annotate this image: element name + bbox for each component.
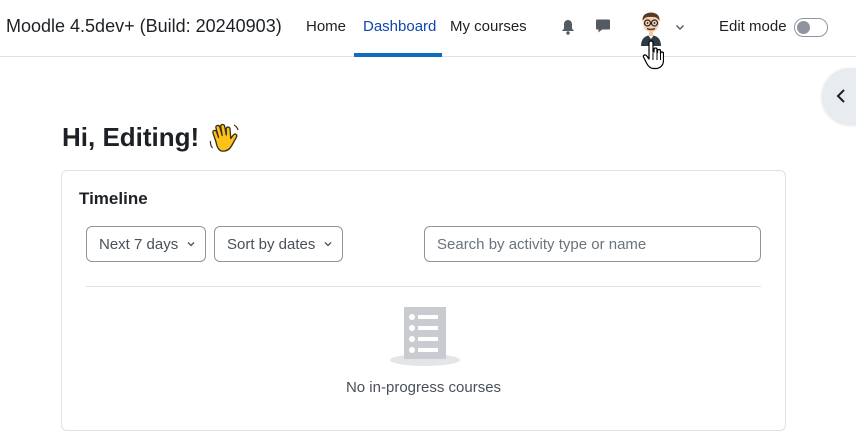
day-filter-label: Next 7 days — [99, 235, 179, 253]
notifications-button[interactable] — [557, 16, 579, 38]
divider — [86, 286, 761, 287]
edit-mode-label: Edit mode — [719, 18, 787, 35]
timeline-search-input[interactable] — [424, 226, 761, 262]
sort-dropdown[interactable]: Sort by dates — [214, 226, 343, 262]
active-tab-indicator — [354, 53, 442, 57]
site-brand[interactable]: Moodle 4.5dev+ (Build: 20240903) — [6, 16, 282, 37]
chevron-down-icon — [324, 242, 332, 247]
day-filter-dropdown[interactable]: Next 7 days — [86, 226, 206, 262]
nav-my-courses-link[interactable]: My courses — [450, 18, 527, 35]
sort-label: Sort by dates — [227, 235, 316, 253]
timeline-block: Timeline Next 7 days Sort by dates No in… — [61, 170, 786, 431]
waving-hand-icon — [209, 123, 239, 152]
bell-icon — [562, 20, 574, 35]
page-greeting: Hi, Editing! — [62, 122, 200, 152]
toggle-knob — [797, 21, 810, 34]
messages-button[interactable] — [592, 15, 614, 37]
nav-home-link[interactable]: Home — [306, 18, 346, 35]
open-block-drawer-button[interactable] — [822, 68, 856, 124]
top-navbar: Moodle 4.5dev+ (Build: 20240903) Home Da… — [0, 0, 856, 57]
empty-list-icon — [390, 307, 460, 366]
edit-mode-toggle[interactable] — [794, 18, 828, 37]
nav-dashboard-link[interactable]: Dashboard — [363, 18, 436, 35]
hand-cursor-icon — [642, 40, 664, 70]
chevron-down-icon — [187, 242, 195, 247]
timeline-title: Timeline — [79, 189, 148, 208]
chevron-left-icon — [836, 89, 845, 103]
empty-state-message: No in-progress courses — [345, 379, 502, 396]
chevron-down-icon[interactable] — [674, 21, 686, 33]
chat-icon — [596, 19, 610, 33]
